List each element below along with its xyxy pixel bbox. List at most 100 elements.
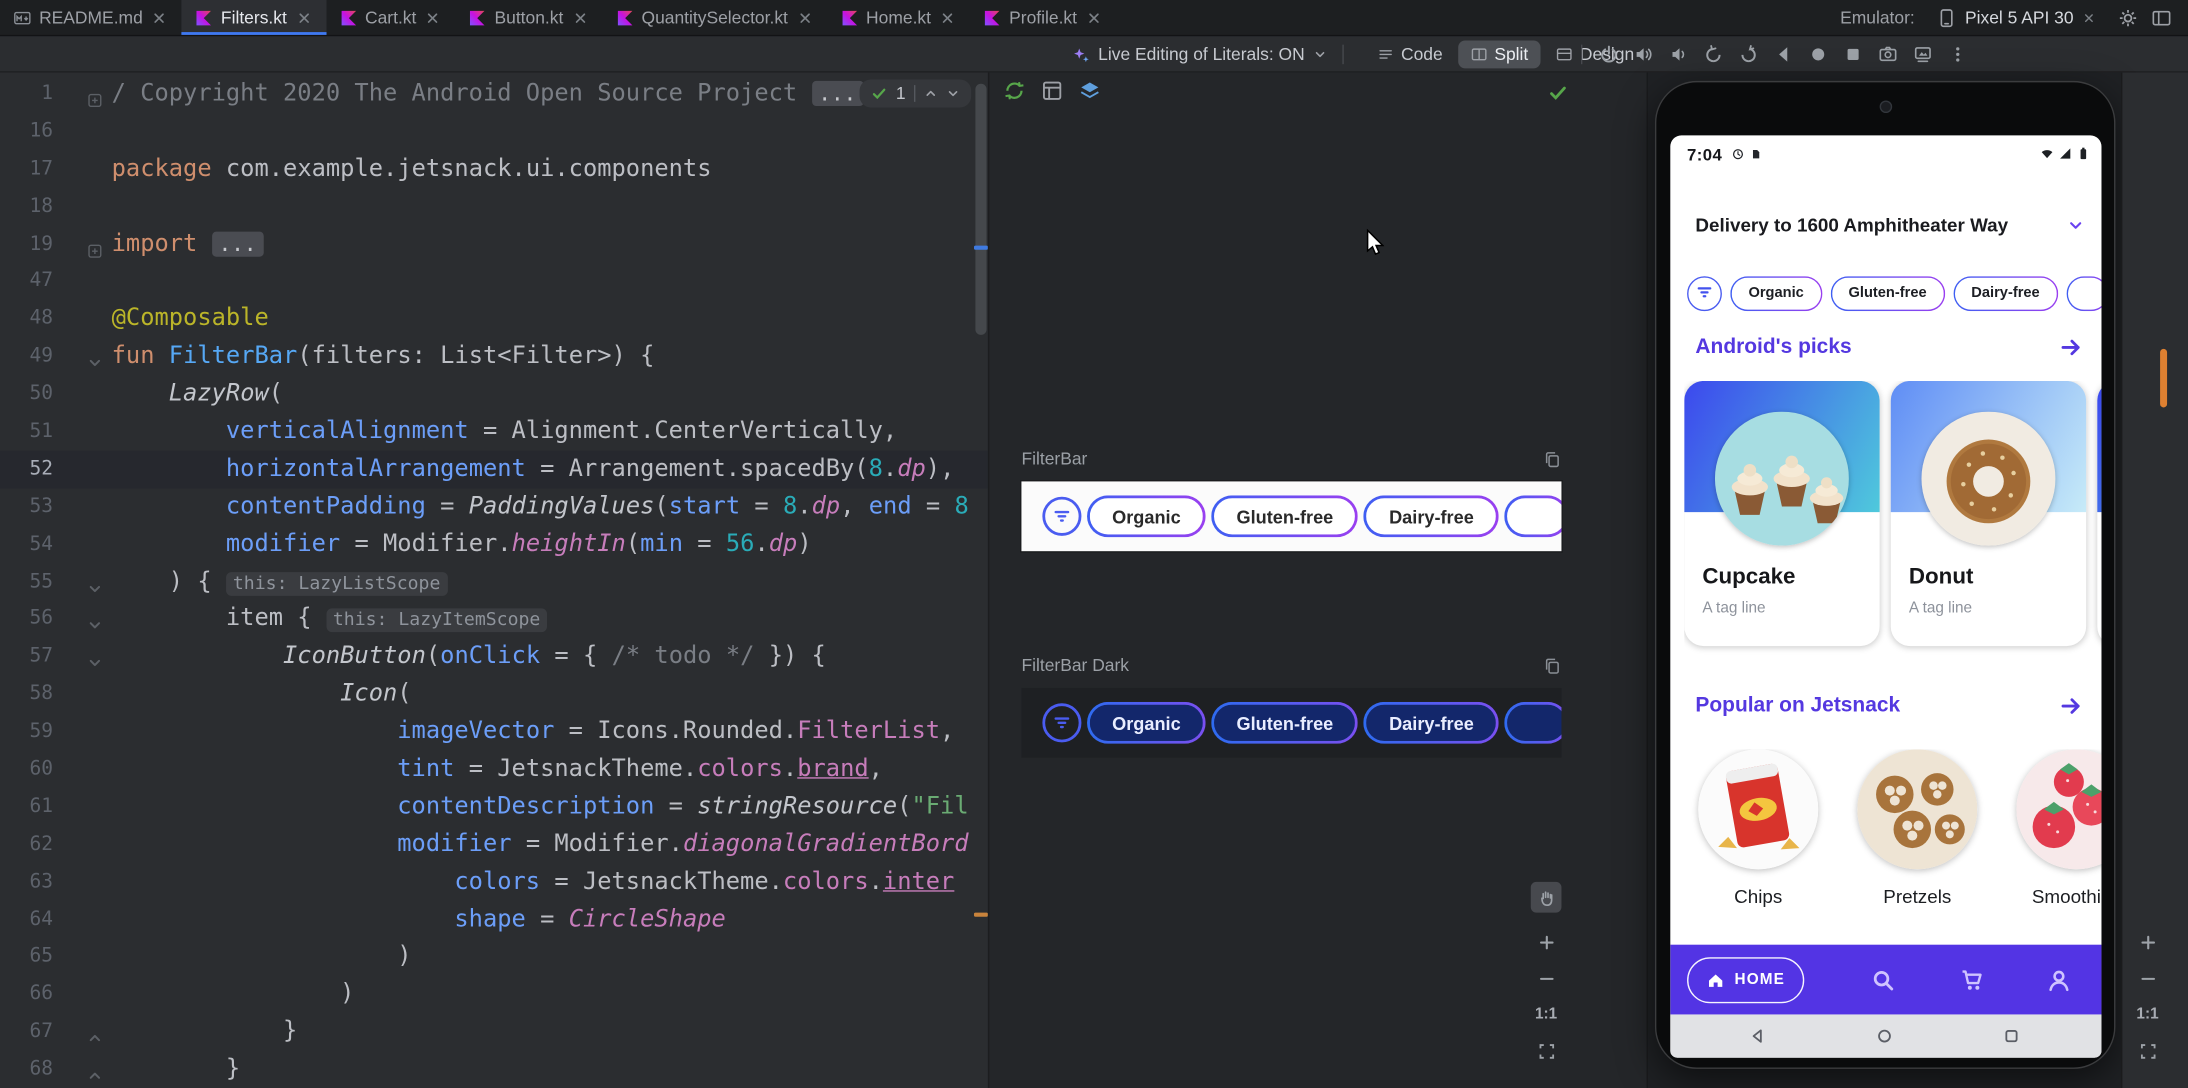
sys-home-icon[interactable] — [1875, 1027, 1893, 1045]
code-line[interactable]: 57 IconButton(onClick = { /* todo */ }) … — [0, 638, 988, 676]
zoom-out-icon[interactable] — [2132, 963, 2163, 994]
volume-down-icon[interactable] — [1669, 45, 1689, 65]
zoom-actual-button[interactable]: 1:1 — [2132, 999, 2163, 1030]
power-icon[interactable] — [1599, 45, 1619, 65]
code-line[interactable]: 62 modifier = Modifier.diagonalGradientB… — [0, 826, 988, 864]
phone-screen[interactable]: 7:04 Delivery to 1600 Amphitheater Way O — [1670, 135, 2102, 1058]
view-mode-split[interactable]: Split — [1458, 40, 1541, 69]
build-refresh-icon[interactable] — [1003, 80, 1025, 102]
screenshot-icon[interactable] — [1878, 45, 1898, 65]
delivery-selector[interactable]: Delivery to 1600 Amphitheater Way — [1695, 215, 2084, 236]
snapshots-icon[interactable] — [1913, 45, 1933, 65]
code-line[interactable]: 68 } — [0, 1051, 988, 1088]
arrow-right-icon[interactable] — [2060, 336, 2082, 358]
home-icon[interactable] — [1808, 45, 1828, 65]
popular-item[interactable]: Pretzels — [1857, 749, 1978, 930]
close-icon[interactable] — [2082, 10, 2096, 24]
code-line[interactable]: 52 horizontalArrangement = Arrangement.s… — [0, 450, 988, 489]
chevron-down-icon[interactable] — [946, 87, 960, 101]
rotate-left-icon[interactable] — [1704, 45, 1724, 65]
copy-icon[interactable] — [1543, 450, 1561, 468]
filter-chip[interactable] — [1504, 702, 1562, 744]
profile-icon[interactable] — [2047, 968, 2071, 992]
filter-chip[interactable]: Dairy-free — [1953, 276, 2058, 311]
fold-marker[interactable] — [87, 1061, 104, 1080]
code-line[interactable]: 61 contentDescription = stringResource("… — [0, 788, 988, 826]
code-line[interactable]: 16 — [0, 113, 988, 151]
volume-up-icon[interactable] — [1634, 45, 1654, 65]
tab-button-kt[interactable]: Button.kt — [455, 0, 602, 35]
code-line[interactable]: 54 modifier = Modifier.heightIn(min = 56… — [0, 526, 988, 564]
tab-profile-kt[interactable]: Profile.kt — [970, 0, 1116, 35]
fold-marker[interactable] — [87, 235, 104, 258]
rotate-right-icon[interactable] — [1739, 45, 1759, 65]
filter-chip[interactable] — [1504, 495, 1562, 537]
code-line[interactable]: 50 LazyRow( — [0, 376, 988, 414]
close-icon[interactable] — [151, 9, 168, 26]
code-line[interactable]: 58 Icon( — [0, 676, 988, 714]
popular-item[interactable]: Smoothies — [2016, 749, 2102, 930]
tab-cart-kt[interactable]: Cart.kt — [326, 0, 456, 35]
arrow-right-icon[interactable] — [2060, 694, 2082, 716]
overview-icon[interactable] — [1843, 45, 1863, 65]
code-line[interactable]: 60 tint = JetsnackTheme.colors.brand, — [0, 751, 988, 789]
chevron-down-icon[interactable] — [2067, 216, 2085, 234]
code-line[interactable]: 1 / Copyright 2020 The Android Open Sourc… — [0, 75, 988, 113]
cart-icon[interactable] — [1961, 968, 1985, 992]
code-editor[interactable]: 1 / Copyright 2020 The Android Open Sourc… — [0, 72, 988, 1088]
code-line[interactable]: 49 fun FilterBar(filters: List<Filter>) { — [0, 338, 988, 376]
copy-icon[interactable] — [1543, 657, 1561, 675]
code-line[interactable]: 56 item { this: LazyItemScope — [0, 601, 988, 639]
live-edit-toggle[interactable]: Live Editing of Literals: ON — [1072, 36, 1327, 72]
filter-icon[interactable] — [1042, 703, 1082, 743]
nav-home-button[interactable]: HOME — [1687, 956, 1805, 1003]
fold-marker[interactable] — [87, 348, 104, 367]
error-stripe-mark[interactable] — [973, 912, 988, 917]
error-stripe-mark[interactable] — [973, 245, 988, 250]
code-line[interactable]: 66 ) — [0, 976, 988, 1014]
layers-icon[interactable] — [1079, 80, 1101, 102]
search-icon[interactable] — [1871, 968, 1895, 992]
code-line[interactable]: 59 imageVector = Icons.Rounded.FilterLis… — [0, 713, 988, 751]
close-icon[interactable] — [425, 9, 442, 26]
zoom-in-icon[interactable] — [2132, 927, 2163, 958]
filter-icon[interactable] — [1687, 275, 1722, 311]
code-line[interactable]: 65 ) — [0, 938, 988, 976]
layout-icon[interactable] — [2152, 8, 2172, 28]
inspections-widget[interactable]: 1 — [859, 79, 972, 108]
filter-chip[interactable]: Gluten-free — [1830, 276, 1944, 311]
filter-chip[interactable] — [2066, 276, 2102, 311]
fold-marker[interactable] — [87, 1023, 104, 1042]
close-icon[interactable] — [572, 9, 589, 26]
code-line[interactable]: 17 package com.example.jetsnack.ui.compon… — [0, 150, 988, 188]
code-line[interactable]: 67 } — [0, 1013, 988, 1051]
code-line[interactable]: 55 ) { this: LazyListScope — [0, 563, 988, 601]
popular-item[interactable]: Chips — [1698, 749, 1819, 930]
snack-card[interactable]: Donut A tag line — [1890, 380, 2087, 647]
zoom-actual-button[interactable]: 1:1 — [1531, 999, 1562, 1030]
filter-icon[interactable] — [1042, 496, 1082, 536]
ui-check-icon[interactable] — [1041, 80, 1063, 102]
fold-marker[interactable] — [87, 648, 104, 667]
code-line[interactable]: 63 colors = JetsnackTheme.colors.inter — [0, 863, 988, 901]
pan-hand-icon[interactable] — [1530, 881, 1562, 913]
filter-chip[interactable]: Organic — [1087, 702, 1206, 744]
code-line[interactable]: 19 import ... — [0, 225, 988, 263]
snack-card[interactable]: Cupcake A tag line — [1684, 380, 1880, 647]
more-icon[interactable] — [1948, 45, 1968, 65]
zoom-out-icon[interactable] — [1531, 963, 1562, 994]
close-icon[interactable] — [295, 9, 312, 26]
tab-quantityselector-kt[interactable]: QuantitySelector.kt — [602, 0, 827, 35]
code-line[interactable]: 53 contentPadding = PaddingValues(start … — [0, 488, 988, 526]
zoom-fit-icon[interactable] — [1531, 1035, 1562, 1066]
close-icon[interactable] — [1085, 9, 1102, 26]
tab-readme-md[interactable]: README.md — [0, 0, 182, 35]
code-line[interactable]: 18 — [0, 188, 988, 226]
fold-marker[interactable] — [87, 610, 104, 630]
chevron-up-icon[interactable] — [924, 87, 938, 101]
sys-overview-icon[interactable] — [2002, 1027, 2020, 1045]
close-icon[interactable] — [939, 9, 956, 26]
fold-marker[interactable] — [87, 573, 104, 592]
filter-chip[interactable]: Gluten-free — [1211, 702, 1358, 744]
tab-filters-kt[interactable]: Filters.kt — [181, 0, 327, 35]
